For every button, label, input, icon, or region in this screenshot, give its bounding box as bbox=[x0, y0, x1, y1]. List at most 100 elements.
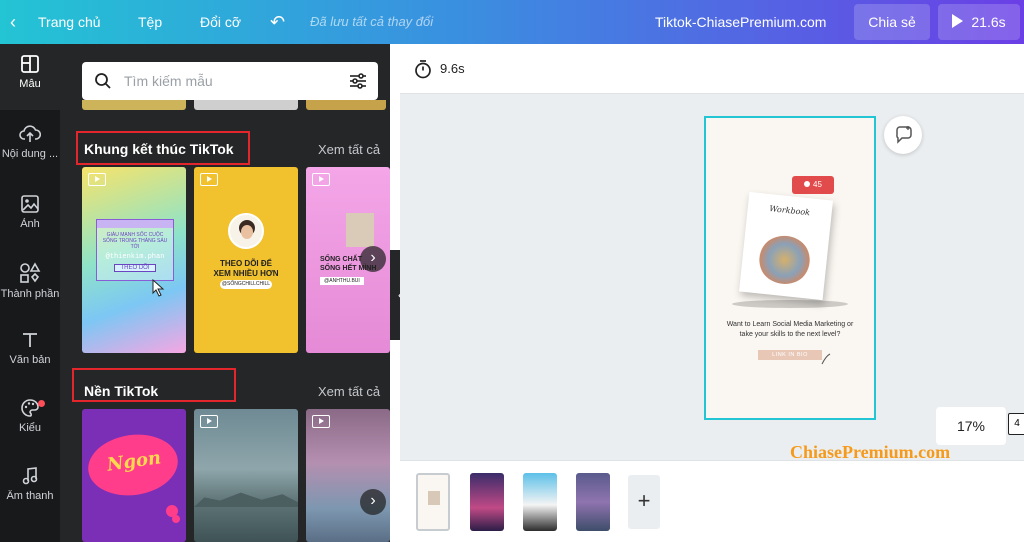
rail-label-styles: Kiểu bbox=[18, 422, 42, 434]
rail-item-uploads[interactable]: Nội dung ... bbox=[0, 114, 60, 180]
link-in-bio-button: LINK IN BIO bbox=[758, 350, 822, 360]
thumb-photo bbox=[346, 213, 374, 247]
decoration-dot bbox=[172, 515, 180, 523]
rail-item-text[interactable]: Văn bản bbox=[0, 320, 60, 386]
see-all-link[interactable]: Xem tất cả bbox=[318, 384, 380, 399]
search-box[interactable]: Tìm kiếm mẫu bbox=[82, 62, 378, 100]
rail-label-text: Văn bản bbox=[9, 354, 51, 366]
filter-icon[interactable] bbox=[348, 72, 368, 90]
templates-icon bbox=[21, 55, 39, 73]
workbook-title: Workbook bbox=[768, 204, 811, 218]
undo-icon[interactable]: ↶ bbox=[270, 0, 285, 44]
video-badge-icon bbox=[312, 415, 330, 428]
search-icon bbox=[95, 73, 111, 89]
section-title-tiktok-backgrounds: Nền TikTok bbox=[84, 383, 159, 399]
rail-label-uploads: Nội dung ... bbox=[1, 148, 59, 160]
cloud-upload-icon bbox=[19, 125, 41, 142]
rail-item-photos[interactable]: Ảnh bbox=[0, 184, 60, 250]
filmstrip-page-1[interactable] bbox=[416, 473, 450, 531]
see-all-link[interactable]: Xem tất cả bbox=[318, 142, 380, 157]
rail-item-templates[interactable]: Mẫu bbox=[0, 44, 60, 110]
music-note-icon bbox=[22, 467, 38, 485]
template-thumb[interactable] bbox=[306, 409, 390, 542]
text-icon bbox=[23, 333, 37, 347]
play-icon bbox=[952, 14, 964, 28]
thumb-line2: XEM NHIỀU HƠN bbox=[213, 269, 279, 278]
thumb-card: GIÀU MẠNH SỐC CUỘC SỐNG TRONG THÁNG SÁU … bbox=[96, 219, 174, 281]
follower-count: 45 bbox=[813, 180, 822, 189]
thumb-follow-button: THEO DÕI bbox=[114, 264, 156, 272]
rail-label-templates: Mẫu bbox=[19, 78, 41, 90]
previous-thumb-strip bbox=[306, 100, 386, 110]
section-title-tiktok-end-frames: Khung kết thúc TikTok bbox=[84, 141, 234, 157]
page-duration[interactable]: 9.6s bbox=[440, 44, 465, 94]
workbook-mockup: Workbook bbox=[739, 191, 833, 301]
search-input[interactable]: Tìm kiếm mẫu bbox=[124, 62, 213, 100]
video-badge-icon bbox=[88, 173, 106, 186]
rail-label-photos: Ảnh bbox=[20, 218, 40, 230]
play-duration: 21.6s bbox=[971, 14, 1006, 30]
nav-file-menu[interactable]: Tệp bbox=[138, 0, 162, 44]
follower-badge: 45 bbox=[792, 176, 834, 194]
canva-editor-app: ‹ Trang chủ Tệp Đổi cỡ ↶ Đã lưu tất cả t… bbox=[0, 0, 1024, 542]
left-rail: Mẫu Nội dung ... Ảnh Thành phần Văn bản … bbox=[0, 44, 60, 542]
mountain-silhouette bbox=[194, 492, 298, 507]
template-thumb[interactable]: THEO DÕI ĐỂ XEM NHIỀU HƠN @SỐNGCHILLCHIL… bbox=[194, 167, 298, 353]
filmstrip-page-2[interactable] bbox=[470, 473, 504, 531]
template-thumb[interactable]: Ngon bbox=[82, 409, 186, 542]
nav-home[interactable]: Trang chủ bbox=[38, 0, 101, 44]
person-icon bbox=[804, 181, 811, 187]
filmstrip-page-4[interactable] bbox=[576, 473, 610, 531]
avatar bbox=[228, 213, 264, 249]
back-chevron-icon[interactable]: ‹ bbox=[10, 0, 16, 44]
nav-resize-menu[interactable]: Đổi cỡ bbox=[200, 0, 241, 44]
save-status: Đã lưu tất cả thay đổi bbox=[310, 14, 434, 29]
zoom-level[interactable]: 17% bbox=[936, 407, 1006, 445]
thumb-handle: @thienkim.phan bbox=[105, 253, 165, 261]
palette-icon bbox=[21, 399, 39, 417]
frame-thumbnail-detail bbox=[428, 491, 440, 505]
document-title[interactable]: Tiktok-ChiasePremium.com bbox=[655, 0, 826, 44]
thumb-text: GIÀU MẠNH SỐC CUỘC SỐNG TRONG THÁNG SÁU … bbox=[102, 232, 168, 250]
template-thumb[interactable] bbox=[194, 409, 298, 542]
add-comment-button[interactable] bbox=[884, 116, 922, 154]
add-page-button[interactable]: + bbox=[628, 475, 660, 529]
shapes-icon bbox=[20, 262, 41, 283]
previous-thumb-strip bbox=[82, 100, 186, 110]
thumb-line1: THEO DÕI ĐỂ bbox=[219, 259, 272, 268]
cursor-icon bbox=[152, 279, 165, 297]
timing-bar: 9.6s bbox=[400, 44, 1024, 94]
editor-area: 9.6s 45 Workbook Want to Learn Social Me… bbox=[400, 44, 1024, 542]
previous-thumb-strip bbox=[194, 100, 298, 110]
page-filmstrip: + bbox=[400, 460, 1024, 542]
notification-dot bbox=[38, 400, 45, 407]
design-canvas-page[interactable]: 45 Workbook Want to Learn Social Media M… bbox=[704, 116, 876, 420]
comment-add-icon bbox=[896, 126, 912, 144]
carousel-next-icon[interactable]: › bbox=[360, 489, 386, 515]
carousel-next-icon[interactable]: › bbox=[360, 246, 386, 272]
thumb-handle: @ANHTHU.BUI bbox=[320, 277, 364, 285]
filmstrip-page-3[interactable] bbox=[523, 473, 557, 531]
rail-label-elements: Thành phần bbox=[0, 288, 60, 300]
book-shadow bbox=[732, 300, 848, 308]
top-bar: ‹ Trang chủ Tệp Đổi cỡ ↶ Đã lưu tất cả t… bbox=[0, 0, 1024, 44]
templates-panel: Tìm kiếm mẫu Khung kết thúc TikTok Xem t… bbox=[60, 44, 390, 542]
video-badge-icon bbox=[200, 173, 218, 186]
thumb-handle: @SỐNGCHILLCHILL bbox=[220, 280, 272, 289]
avatar-face bbox=[241, 225, 253, 239]
share-label: Chia sẻ bbox=[868, 14, 916, 30]
template-thumb[interactable]: GIÀU MẠNH SỐC CUỘC SỐNG TRONG THÁNG SÁU … bbox=[82, 167, 186, 353]
video-badge-icon bbox=[200, 415, 218, 428]
share-button[interactable]: Chia sẻ bbox=[854, 4, 930, 40]
stopwatch-icon[interactable] bbox=[414, 59, 432, 79]
play-button[interactable]: 21.6s bbox=[938, 4, 1020, 40]
rail-item-styles[interactable]: Kiểu bbox=[0, 388, 60, 454]
image-icon bbox=[21, 195, 39, 213]
video-badge-icon bbox=[312, 173, 330, 186]
page-count-button[interactable]: 4 bbox=[1008, 413, 1024, 435]
arrow-doodle-icon bbox=[821, 353, 831, 365]
thumb-card-header bbox=[97, 220, 173, 228]
rail-item-audio[interactable]: Âm thanh bbox=[0, 456, 60, 522]
rail-item-elements[interactable]: Thành phần bbox=[0, 252, 60, 318]
flower-bouquet bbox=[756, 233, 813, 287]
